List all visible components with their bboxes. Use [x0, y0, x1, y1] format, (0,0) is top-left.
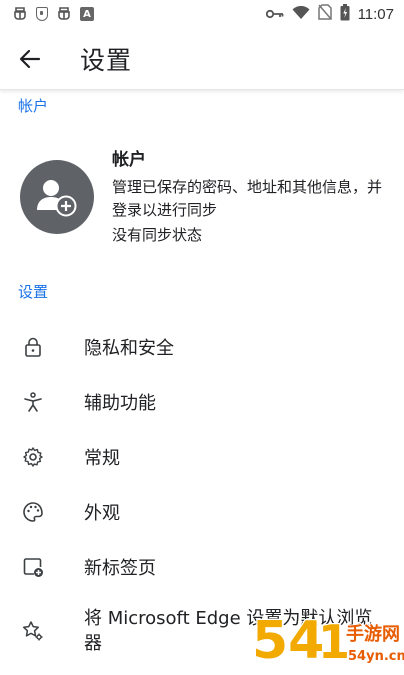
palette-icon	[20, 499, 46, 525]
battery-icon	[340, 3, 350, 25]
setting-privacy-security[interactable]: 隐私和安全	[0, 320, 404, 375]
a-icon: A	[80, 7, 94, 21]
lock-icon	[20, 334, 46, 360]
setting-new-tab-page[interactable]: 新标签页	[0, 539, 404, 594]
app-bar: 设置	[0, 28, 404, 90]
setting-label: 新标签页	[84, 557, 156, 579]
new-tab-icon	[20, 554, 46, 580]
setting-label: 外观	[84, 502, 120, 524]
status-time: 11:07	[357, 5, 394, 23]
default-browser-icon	[20, 618, 46, 644]
svg-text:54yn.cn: 54yn.cn	[348, 649, 404, 664]
bug-icon	[12, 5, 28, 24]
add-account-icon	[37, 180, 77, 217]
arrow-left-icon	[19, 49, 41, 68]
account-section-header: 帐户	[18, 97, 49, 115]
back-button[interactable]	[0, 28, 60, 90]
setting-appearance[interactable]: 外观	[0, 484, 404, 539]
status-bar-right: 11:07	[265, 3, 394, 25]
setting-accessibility[interactable]: 辅助功能	[0, 375, 404, 430]
setting-label: 隐私和安全	[84, 338, 174, 360]
account-description: 管理已保存的密码、地址和其他信息，并登录以进行同步	[112, 178, 383, 219]
wifi-icon	[292, 5, 310, 24]
bug-icon	[56, 5, 72, 24]
account-title: 帐户	[112, 150, 146, 170]
settings-section-header: 设置	[18, 283, 49, 301]
account-row[interactable]: 帐户 管理已保存的密码、地址和其他信息，并登录以进行同步 没有同步状态	[0, 140, 404, 255]
gear-icon	[20, 444, 46, 470]
setting-label: 常规	[84, 447, 120, 469]
setting-general[interactable]: 常规	[0, 430, 404, 485]
sync-status: 没有同步状态	[112, 226, 203, 244]
page-title: 设置	[80, 45, 133, 75]
no-sim-icon	[317, 4, 332, 24]
key-icon	[265, 5, 284, 24]
setting-label: 辅助功能	[84, 393, 156, 415]
avatar	[20, 160, 94, 234]
svg-text:手游网: 手游网	[346, 623, 400, 645]
accessibility-icon	[20, 389, 46, 415]
account-text: 帐户 管理已保存的密码、地址和其他信息，并登录以进行同步 没有同步状态	[112, 148, 392, 247]
svg-text:54: 54	[252, 611, 324, 671]
watermark-logo: 54 1 手游网 54yn.cn	[250, 600, 404, 675]
status-bar-left: A	[12, 5, 94, 24]
status-bar: A 11:07	[0, 0, 404, 28]
shield-icon	[36, 7, 48, 21]
